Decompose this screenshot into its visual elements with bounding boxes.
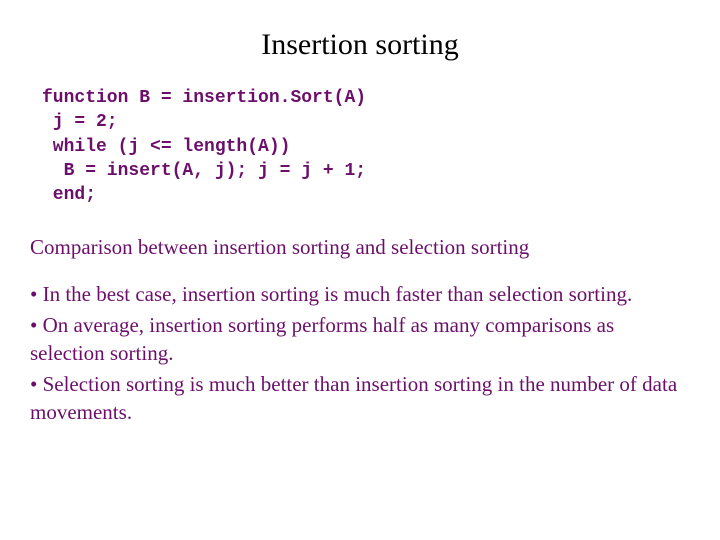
slide-title: Insertion sorting <box>30 28 690 62</box>
code-line: j = 2; <box>42 112 118 132</box>
code-line: while (j <= length(A)) <box>42 137 290 157</box>
code-block: function B = insertion.Sort(A) j = 2; wh… <box>42 86 690 207</box>
bullet-item: • In the best case, insertion sorting is… <box>30 280 690 308</box>
bullet-item: • Selection sorting is much better than … <box>30 370 690 427</box>
bullet-list: • In the best case, insertion sorting is… <box>30 280 690 426</box>
comparison-heading: Comparison between insertion sorting and… <box>30 235 690 260</box>
bullet-item: • On average, insertion sorting performs… <box>30 311 690 368</box>
code-line: end; <box>42 185 96 205</box>
slide: Insertion sorting function B = insertion… <box>0 0 720 448</box>
code-line: B = insert(A, j); j = j + 1; <box>42 161 366 181</box>
code-line: function B = insertion.Sort(A) <box>42 88 366 108</box>
